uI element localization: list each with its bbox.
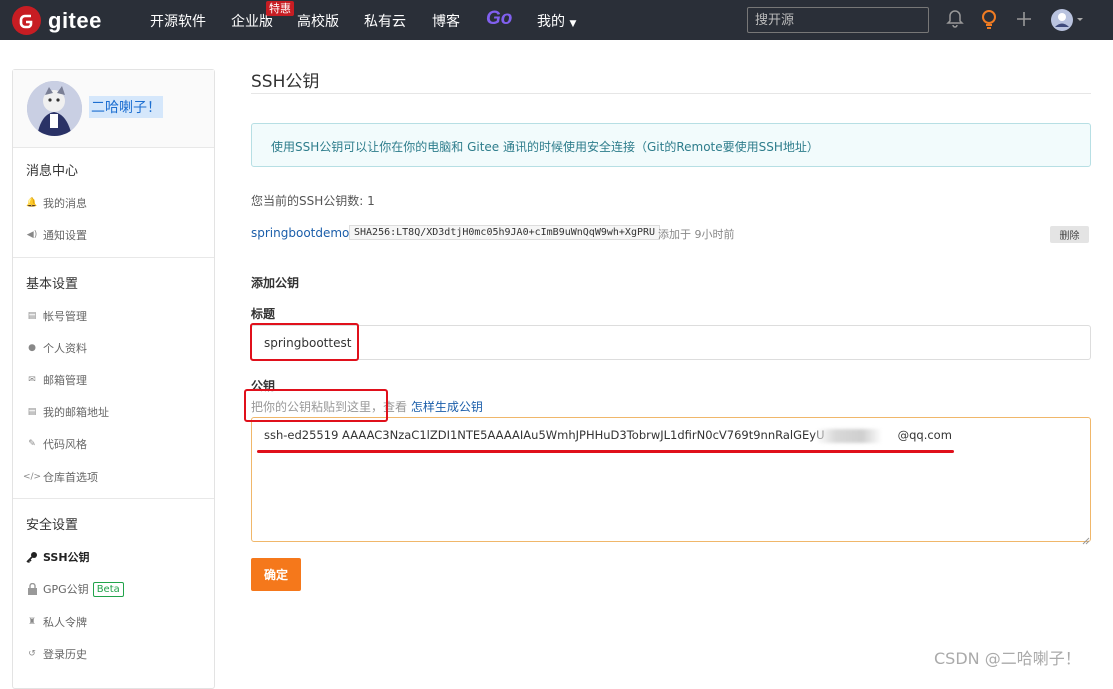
brush-icon: ✎ <box>28 439 36 449</box>
sidebar-item-label: 仓库首选项 <box>43 471 98 484</box>
sidebar-item-profile[interactable]: ● 个人资料 <box>26 340 87 356</box>
delete-key-button[interactable]: 删除 <box>1050 226 1089 243</box>
ssh-key-fingerprint: SHA256:LT8Q/XD3dtjH0mc05h9JA0+cImB9uWnQq… <box>349 225 661 240</box>
watermark: CSDN @二哈喇子！ <box>934 649 1081 668</box>
sidebar-item-account[interactable]: ▤ 帐号管理 <box>26 308 87 324</box>
ssh-key-count: 您当前的SSH公钥数: 1 <box>251 194 375 208</box>
beta-badge: Beta <box>92 581 124 597</box>
token-icon: ♜ <box>27 617 37 627</box>
sidebar-item-label: 我的消息 <box>43 197 87 210</box>
brand-name: gitee <box>48 7 102 33</box>
sidebar-item-login-history[interactable]: ↺ 登录历史 <box>26 646 87 662</box>
ssh-key-name[interactable]: springbootdemo <box>251 226 349 240</box>
annotation-box-hint <box>244 389 388 422</box>
page-title: SSH公钥 <box>251 72 320 92</box>
nav-open-source[interactable]: 开源软件 <box>150 11 206 31</box>
enterprise-badge: 特惠 <box>266 1 294 16</box>
public-key-textarea[interactable]: ssh-ed25519 AAAAC3NzaC1lZDI1NTE5AAAAIAu5… <box>251 417 1091 542</box>
user-avatar-menu[interactable] <box>1050 8 1084 36</box>
sidebar-divider <box>13 257 214 258</box>
sidebar-item-label: 代码风格 <box>43 438 87 451</box>
sidebar-item-label: 通知设置 <box>43 229 87 242</box>
title-label: 标题 <box>251 307 276 321</box>
section-basic: 基本设置 <box>26 277 79 292</box>
sidebar-item-label: GPG公钥 <box>43 583 89 596</box>
sidebar-item-label: 邮箱管理 <box>43 374 87 387</box>
profile-card: 二哈喇子！ <box>13 70 214 148</box>
envelope-icon: ✉ <box>28 375 36 385</box>
sidebar-item-label: 个人资料 <box>43 342 87 355</box>
lock-icon <box>26 583 38 595</box>
key-icon <box>26 551 38 563</box>
sidebar-item-private-tokens[interactable]: ♜ 私人令牌 <box>26 614 87 630</box>
confirm-button[interactable]: 确定 <box>251 558 301 591</box>
sidebar-item-label: 登录历史 <box>43 648 87 661</box>
code-icon: </> <box>22 472 42 482</box>
username[interactable]: 二哈喇子！ <box>89 96 163 118</box>
nav-go[interactable]: Go <box>486 8 512 30</box>
sidebar-item-label: 我的邮箱地址 <box>43 406 109 419</box>
redacted-blur <box>816 429 882 443</box>
ssh-key-added-time: 添加于 9小时前 <box>658 228 735 241</box>
speaker-icon: ◀) <box>26 230 38 240</box>
user-icon: ● <box>28 343 36 353</box>
gitee-logo-icon <box>12 6 41 35</box>
bell-icon: 🔔 <box>26 198 38 208</box>
add-key-heading: 添加公钥 <box>251 276 300 290</box>
annotation-box-title <box>250 323 359 361</box>
sidebar-item-code-style[interactable]: ✎ 代码风格 <box>26 436 87 452</box>
sidebar-item-label: 私人令牌 <box>43 616 87 629</box>
id-card-icon: ▤ <box>27 311 37 321</box>
lightbulb-icon[interactable] <box>980 9 998 35</box>
sidebar-item-label: 帐号管理 <box>43 310 87 323</box>
section-messages: 消息中心 <box>26 164 79 179</box>
chevron-down-icon: ▼ <box>569 19 577 29</box>
sidebar-item-repo-preferences[interactable]: </> 仓库首选项 <box>22 469 98 485</box>
resize-handle-icon[interactable] <box>1080 530 1090 545</box>
sidebar-item-ssh-keys[interactable]: SSH公钥 <box>26 549 90 565</box>
history-icon: ↺ <box>28 649 36 659</box>
info-text: 使用SSH公钥可以让你在你的电脑和 Gitee 通讯的时候使用安全连接（Git的… <box>271 140 819 154</box>
sidebar-item-email[interactable]: ✉ 邮箱管理 <box>26 372 87 388</box>
top-navbar: gitee 开源软件 企业版 特惠 高校版 私有云 博客 Go 我的 ▼ <box>0 0 1113 40</box>
how-to-generate-key-link[interactable]: 怎样生成公钥 <box>411 400 483 414</box>
address-card-icon: ▤ <box>27 407 37 417</box>
bell-icon[interactable] <box>946 9 964 33</box>
avatar[interactable] <box>27 81 82 136</box>
search-input[interactable] <box>747 7 929 33</box>
nav-mine-menu[interactable]: 我的 ▼ <box>537 11 576 31</box>
nav-education[interactable]: 高校版 <box>297 11 339 31</box>
annotation-underline <box>257 450 954 453</box>
settings-sidebar: 二哈喇子！ 消息中心 🔔 我的消息 ◀) 通知设置 基本设置 ▤ 帐号管理 ● … <box>12 69 215 689</box>
nav-private-cloud[interactable]: 私有云 <box>364 11 406 31</box>
key-title-input[interactable] <box>251 325 1091 360</box>
nav-blog[interactable]: 博客 <box>432 11 460 31</box>
info-alert: 使用SSH公钥可以让你在你的电脑和 Gitee 通讯的时候使用安全连接（Git的… <box>251 123 1091 167</box>
nav-mine-label: 我的 <box>537 14 565 30</box>
section-security: 安全设置 <box>26 518 79 533</box>
gitee-logo[interactable]: gitee <box>12 6 102 35</box>
plus-icon[interactable] <box>1015 9 1033 33</box>
sidebar-divider <box>13 498 214 499</box>
sidebar-item-gpg-keys[interactable]: GPG公钥 Beta <box>26 581 124 597</box>
sidebar-item-mailing-address[interactable]: ▤ 我的邮箱地址 <box>26 404 109 420</box>
sidebar-item-label: SSH公钥 <box>43 551 90 564</box>
sidebar-item-notification-settings[interactable]: ◀) 通知设置 <box>26 227 87 243</box>
sidebar-item-my-messages[interactable]: 🔔 我的消息 <box>26 195 87 211</box>
title-divider <box>251 93 1091 94</box>
